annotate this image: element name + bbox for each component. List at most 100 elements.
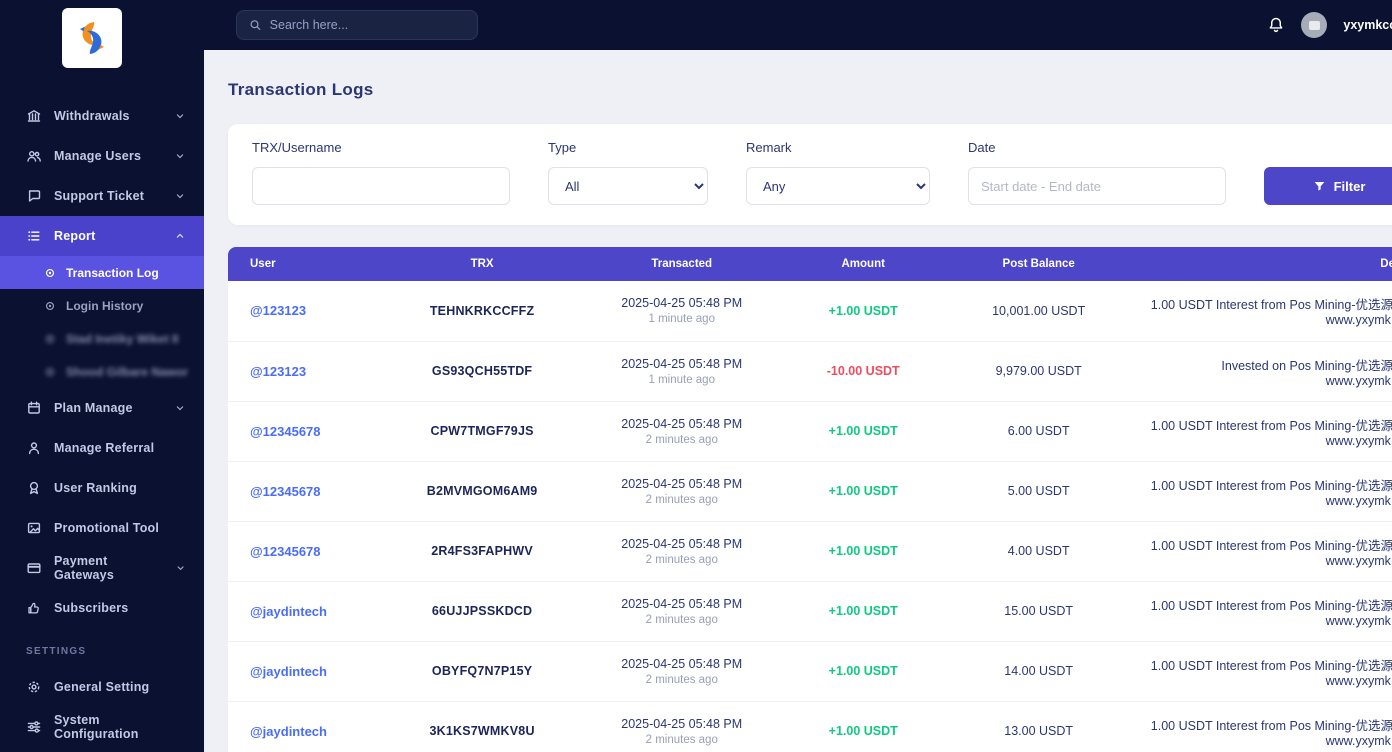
transaction-table: User TRX Transacted Amount Post Balance …: [228, 247, 1392, 752]
transacted-cell: 2025-04-25 05:48 PM 1 minute ago: [579, 281, 785, 341]
sidebar-subitem-blurred-1[interactable]: Stad Inetiky Wiket II: [0, 322, 204, 355]
sidebar-item-manage-referral[interactable]: Manage Referral: [0, 428, 204, 468]
remark-select[interactable]: Any: [746, 167, 930, 205]
transacted-relative: 1 minute ago: [648, 313, 715, 326]
trx-username-field: TRX/Username: [252, 140, 510, 205]
search-icon: [250, 20, 261, 31]
balance-cell: 14.00 USDT: [941, 640, 1136, 701]
table-row: @123123 TEHNKRKCCFFZ 2025-04-25 05:48 PM…: [228, 281, 1392, 341]
user-link[interactable]: @jaydintech: [250, 724, 327, 739]
user-cell: @123123: [228, 281, 385, 341]
user-link[interactable]: @123123: [250, 303, 306, 318]
transacted-relative: 2 minutes ago: [645, 493, 718, 506]
sidebar-subitem-transaction-log[interactable]: Transaction Log: [0, 256, 204, 289]
filter-panel: TRX/Username Type All Remark Any Date St…: [228, 124, 1392, 225]
transacted-cell: 2025-04-25 05:48 PM 2 minutes ago: [578, 700, 785, 752]
sidebar-item-manage-users[interactable]: Manage Users: [0, 136, 204, 176]
sidebar-subitem-login-history[interactable]: Login History: [0, 289, 204, 322]
sidebar-subitem-label: Shood Gilbare Nawor: [66, 364, 189, 379]
amount-cell: +1.00 USDT: [784, 580, 942, 641]
details-cell: 1.00 USDT Interest from Pos Mining-优选源码库…: [1135, 520, 1392, 581]
chevron-up-icon: [176, 233, 184, 238]
username-label[interactable]: yxymkcom: [1343, 18, 1392, 32]
trx-cell: TEHNKRKCCFFZ: [429, 303, 535, 318]
sidebar-item-label: System Configuration: [54, 713, 139, 741]
transacted-relative: 1 minute ago: [648, 373, 715, 386]
user-cell: @jaydintech: [228, 580, 386, 641]
details-cell: 1.00 USDT Interest from Pos Mining-优选源码库…: [1135, 700, 1392, 752]
global-search[interactable]: [236, 10, 478, 40]
filter-button[interactable]: Filter: [1264, 167, 1392, 205]
col-header-trx: TRX: [385, 247, 579, 281]
date-range-input[interactable]: [968, 167, 1226, 205]
sidebar-item-support-ticket[interactable]: Support Ticket: [0, 176, 204, 216]
sidebar-item-user-ranking[interactable]: User Ranking: [0, 468, 204, 508]
user-link[interactable]: @jaydintech: [250, 604, 327, 619]
sidebar-item-subscribers[interactable]: Subscribers: [0, 588, 204, 628]
sidebar-item-withdrawals[interactable]: Withdrawals: [0, 96, 204, 136]
user-link[interactable]: @jaydintech: [250, 664, 327, 679]
trx-username-label: TRX/Username: [252, 140, 342, 155]
bell-icon[interactable]: [1267, 16, 1285, 34]
amount-value: +1.00 USDT: [828, 544, 898, 558]
sidebar-item-label: Report: [54, 229, 96, 243]
dot-circle-icon: [45, 334, 55, 343]
transacted-cell: 2025-04-25 05:48 PM 1 minute ago: [578, 340, 785, 401]
filter-button-label: Filter: [1333, 178, 1366, 194]
sidebar-item-general-setting[interactable]: General Setting: [0, 667, 204, 707]
report-list-icon: [28, 231, 40, 241]
user-avatar[interactable]: [1301, 12, 1328, 38]
settings-section-header: SETTINGS: [26, 646, 87, 657]
trx-cell: CPW7TMGF79JS: [385, 400, 579, 461]
user-link[interactable]: @12345678: [250, 544, 321, 559]
topbar: yxymkcom: [204, 0, 1392, 50]
balance-cell: 6.00 USDT: [941, 400, 1136, 461]
transacted-date: 2025-04-25 05:48 PM: [621, 356, 743, 371]
user-cell: @12345678: [228, 400, 386, 461]
sidebar-item-payment-gateways[interactable]: Payment Gateways: [0, 548, 204, 588]
sidebar-item-label: Subscribers: [54, 601, 129, 615]
dot-circle-icon: [45, 367, 55, 376]
trx-username-input[interactable]: [252, 167, 510, 205]
user-link[interactable]: @12345678: [250, 424, 321, 439]
sidebar-item-report[interactable]: Report: [0, 216, 204, 256]
sidebar-item-plan-manage[interactable]: Plan Manage: [0, 388, 204, 428]
chevron-down-icon: [176, 114, 184, 119]
trx-cell: 3K1KS7WMKV8U: [385, 700, 579, 752]
type-select[interactable]: All: [548, 167, 708, 205]
amount-value: -10.00 USDT: [826, 364, 900, 378]
content-area: Transaction Logs TRX/Username Type All R…: [204, 50, 1392, 752]
date-label: Date: [968, 140, 996, 155]
col-header-transacted: Transacted: [578, 247, 785, 281]
image-icon: [27, 522, 41, 534]
sidebar-item-label: Plan Manage: [54, 401, 133, 415]
transacted-relative: 2 minutes ago: [645, 673, 718, 686]
person-icon: [28, 442, 40, 455]
sidebar-item-label: General Setting: [54, 680, 150, 694]
table-row: @jaydintech 66UJJPSSKDCD 2025-04-25 05:4…: [228, 580, 1392, 641]
sidebar-subitem-blurred-2[interactable]: Shood Gilbare Nawor: [0, 355, 204, 388]
sidebar-item-label: Support Ticket: [54, 189, 145, 203]
amount-cell: +1.00 USDT: [784, 520, 942, 581]
remark-field: Remark Any: [746, 140, 930, 205]
sidebar-subitem-label: Transaction Log: [66, 265, 159, 280]
app-logo[interactable]: [62, 8, 122, 68]
transacted-date: 2025-04-25 05:48 PM: [621, 476, 743, 491]
sidebar-item-promotional-tool[interactable]: Promotional Tool: [0, 508, 204, 548]
details-cell: 1.00 USDT Interest from Pos Mining-优选源码库…: [1135, 400, 1392, 461]
amount-cell: +1.00 USDT: [785, 281, 942, 341]
table-row: @12345678 CPW7TMGF79JS 2025-04-25 05:48 …: [228, 400, 1392, 461]
user-link[interactable]: @123123: [250, 364, 306, 379]
balance-cell: 4.00 USDT: [941, 520, 1136, 581]
credit-card-icon: [27, 563, 41, 574]
user-cell: @12345678: [228, 460, 386, 521]
user-link[interactable]: @12345678: [250, 484, 321, 499]
sidebar-item-label: User Ranking: [54, 481, 137, 495]
search-input[interactable]: [269, 18, 465, 32]
trx-cell: 2R4FS3FAPHWV: [385, 520, 579, 581]
table-row: @12345678 2R4FS3FAPHWV 2025-04-25 05:48 …: [228, 520, 1392, 581]
sidebar-item-system-configuration[interactable]: System Configuration: [0, 707, 204, 747]
amount-value: +1.00 USDT: [828, 424, 898, 438]
avatar-placeholder-icon: [1308, 20, 1320, 30]
trx-cell: 66UJJPSSKDCD: [385, 580, 579, 641]
